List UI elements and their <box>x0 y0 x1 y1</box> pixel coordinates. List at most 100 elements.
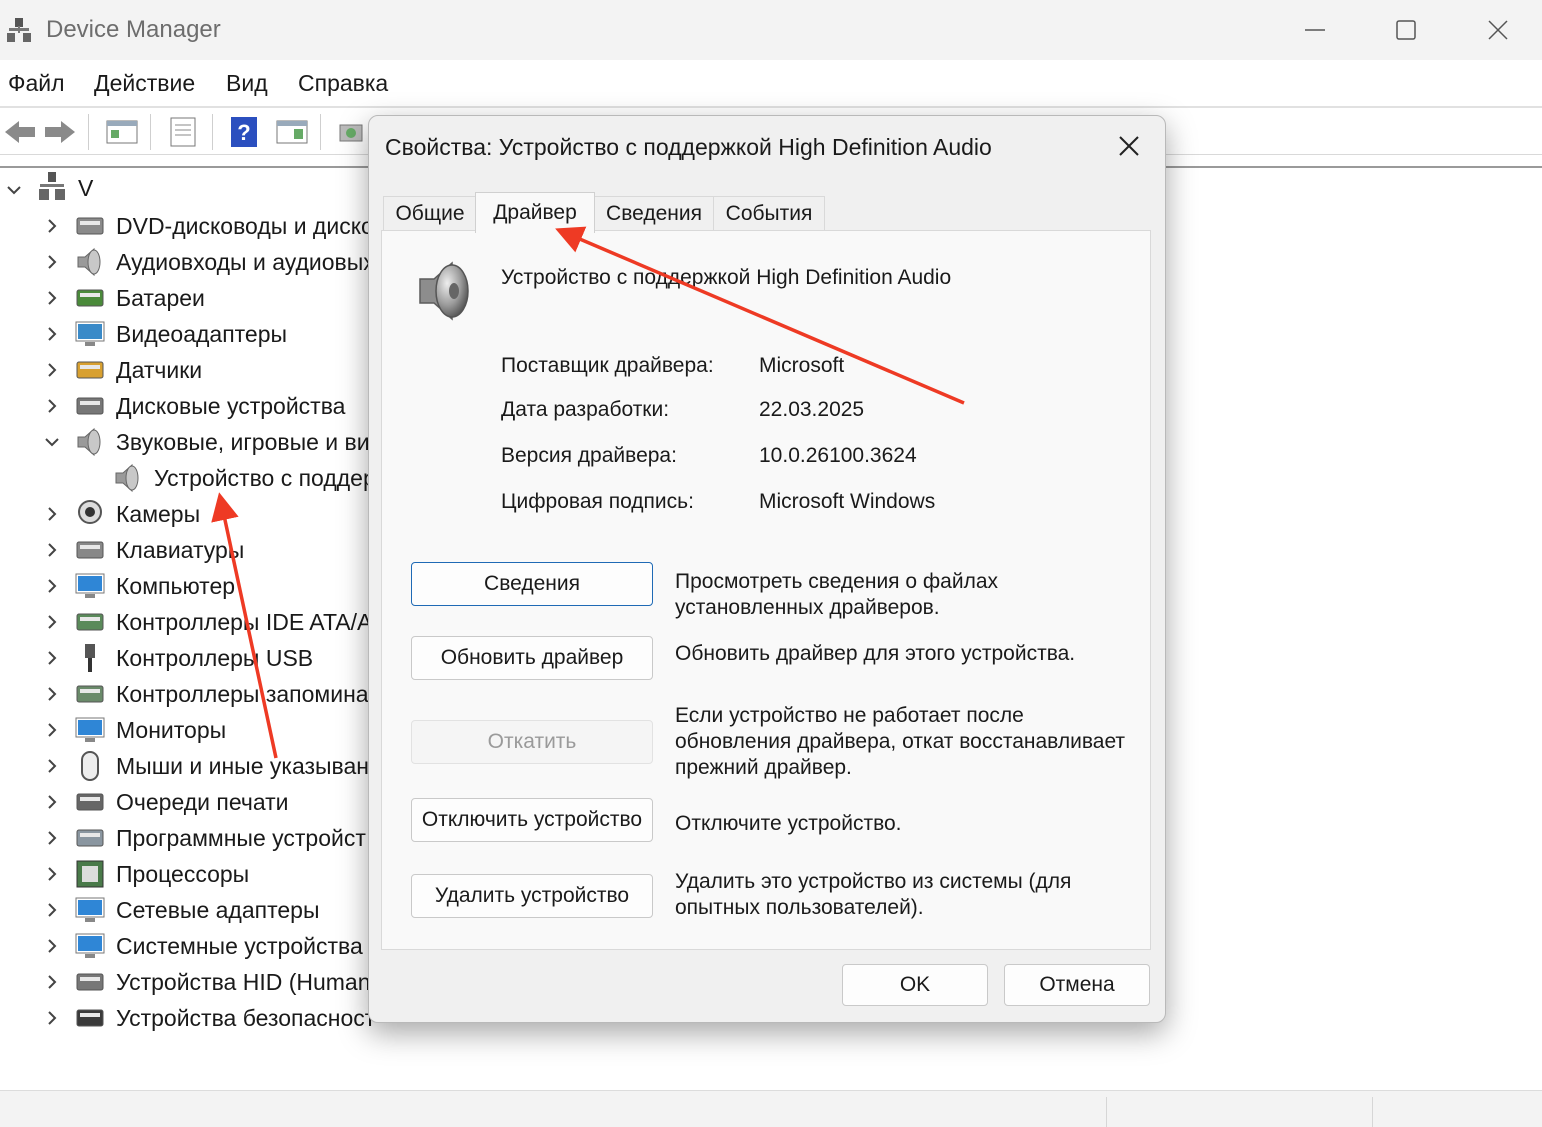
chevron-right-icon[interactable] <box>42 288 62 308</box>
cancel-button[interactable]: Отмена <box>1004 964 1150 1006</box>
properties-icon <box>170 117 196 147</box>
ide-controller-icon <box>76 613 104 631</box>
update-driver-button[interactable]: Обновить драйвер <box>411 636 653 680</box>
show-hide-tree-button[interactable] <box>102 114 142 150</box>
dvd-drive-icon <box>76 217 104 235</box>
storage-controller-icon <box>76 685 104 703</box>
tree-category-item[interactable]: Системные устройства <box>116 933 363 960</box>
digital-signer-value: Microsoft Windows <box>759 490 936 513</box>
monitor-icon <box>75 717 105 742</box>
chevron-right-icon[interactable] <box>42 648 62 668</box>
tree-category-item[interactable]: Устройства безопасност <box>116 1005 375 1032</box>
tab-details[interactable]: Сведения <box>593 196 715 231</box>
tree-root-label[interactable]: V <box>78 175 93 202</box>
driver-details-desc: Просмотреть сведения о файлах установлен… <box>675 570 999 619</box>
menu-help[interactable]: Справка <box>298 70 388 97</box>
chevron-right-icon[interactable] <box>42 720 62 740</box>
tree-category-item[interactable]: DVD-дисководы и диско <box>116 213 374 240</box>
help-button[interactable]: ? <box>224 114 264 150</box>
chevron-right-icon[interactable] <box>42 936 62 956</box>
chevron-right-icon[interactable] <box>42 216 62 236</box>
maximize-icon <box>1396 20 1416 40</box>
roll-back-driver-button[interactable]: Откатить <box>411 720 653 764</box>
driver-provider-value: Microsoft <box>759 354 845 377</box>
help-icon: ? <box>231 117 257 147</box>
driver-details-button[interactable]: Сведения <box>411 562 653 606</box>
chevron-right-icon[interactable] <box>42 612 62 632</box>
chevron-right-icon[interactable] <box>42 792 62 812</box>
close-icon <box>1488 20 1508 40</box>
scan-hardware-button[interactable] <box>332 114 372 150</box>
chevron-right-icon[interactable] <box>42 252 62 272</box>
monitor-icon <box>75 573 105 598</box>
close-icon <box>1119 136 1139 156</box>
menu-bar: Файл Действие Вид Справка <box>0 60 1542 108</box>
tree-category-item[interactable]: Видеоадаптеры <box>116 321 287 348</box>
dialog-close-button[interactable] <box>1111 130 1147 162</box>
tab-events[interactable]: События <box>713 196 825 231</box>
tree-category-item[interactable]: Аудиовходы и аудиовых <box>116 249 375 276</box>
tree-category-item[interactable]: Очереди печати <box>116 789 289 816</box>
tree-category-item[interactable]: Звуковые, игровые и ви <box>116 429 370 456</box>
chevron-right-icon[interactable] <box>42 360 62 380</box>
chevron-right-icon[interactable] <box>42 324 62 344</box>
system-device-icon <box>75 933 105 958</box>
display-adapter-icon <box>75 321 105 346</box>
status-bar <box>0 1090 1542 1127</box>
console-tree-icon <box>106 120 138 144</box>
close-button[interactable] <box>1468 10 1528 50</box>
driver-version-value: 10.0.26100.3624 <box>759 444 917 467</box>
chevron-right-icon[interactable] <box>42 540 62 560</box>
chevron-right-icon[interactable] <box>42 504 62 524</box>
chevron-right-icon[interactable] <box>42 576 62 596</box>
chevron-right-icon[interactable] <box>42 396 62 416</box>
back-button[interactable] <box>0 114 40 150</box>
chevron-right-icon[interactable] <box>42 972 62 992</box>
tree-category-item[interactable]: Дисковые устройства <box>116 393 345 420</box>
forward-arrow-icon <box>45 121 75 143</box>
tab-general[interactable]: Общие <box>383 196 477 231</box>
menu-file[interactable]: Файл <box>8 70 65 97</box>
action-pane-button[interactable] <box>272 114 312 150</box>
uninstall-device-desc: Удалить это устройство из системы (для о… <box>675 870 1072 919</box>
chevron-down-icon[interactable] <box>4 180 24 200</box>
tree-category-item[interactable]: Компьютер <box>116 573 235 600</box>
tree-category-item[interactable]: Контроллеры запомина <box>116 681 369 708</box>
chevron-right-icon[interactable] <box>42 756 62 776</box>
tree-category-item[interactable]: Процессоры <box>116 861 249 888</box>
tree-category-item[interactable]: Клавиатуры <box>116 537 244 564</box>
tree-child-item[interactable]: Устройство с поддер <box>154 465 376 492</box>
tree-category-item[interactable]: Датчики <box>116 357 202 384</box>
minimize-icon <box>1305 29 1325 31</box>
chevron-right-icon[interactable] <box>42 900 62 920</box>
mouse-icon <box>81 751 99 781</box>
tree-category-item[interactable]: Контроллеры USB <box>116 645 313 672</box>
tree-category-item[interactable]: Мониторы <box>116 717 226 744</box>
maximize-button[interactable] <box>1376 10 1436 50</box>
minimize-button[interactable] <box>1285 10 1345 50</box>
tree-category-item[interactable]: Сетевые адаптеры <box>116 897 320 924</box>
tree-category-item[interactable]: Мыши и иные указыван <box>116 753 369 780</box>
chevron-down-icon[interactable] <box>42 432 62 452</box>
tree-category-item[interactable]: Камеры <box>116 501 200 528</box>
disable-device-desc: Отключите устройство. <box>675 812 902 835</box>
properties-dialog: Свойства: Устройство с поддержкой High D… <box>368 115 1166 1023</box>
chevron-right-icon[interactable] <box>42 1008 62 1028</box>
menu-action[interactable]: Действие <box>94 70 195 97</box>
properties-button[interactable] <box>163 114 203 150</box>
ok-button[interactable]: OK <box>842 964 988 1006</box>
disable-device-button[interactable]: Отключить устройство <box>411 798 653 842</box>
sensor-icon <box>76 361 104 379</box>
uninstall-device-button[interactable]: Удалить устройство <box>411 874 653 918</box>
tab-driver[interactable]: Драйвер <box>475 192 595 233</box>
chevron-right-icon[interactable] <box>42 684 62 704</box>
menu-view[interactable]: Вид <box>226 70 268 97</box>
forward-button[interactable] <box>40 114 80 150</box>
tree-category-item[interactable]: Программные устройст <box>116 825 366 852</box>
update-driver-desc: Обновить драйвер для этого устройства. <box>675 642 1076 665</box>
tree-category-item[interactable]: Устройства HID (Human <box>116 969 371 996</box>
tree-category-item[interactable]: Контроллеры IDE ATA/AT <box>116 609 385 636</box>
tree-category-item[interactable]: Батареи <box>116 285 205 312</box>
chevron-right-icon[interactable] <box>42 828 62 848</box>
chevron-right-icon[interactable] <box>42 864 62 884</box>
